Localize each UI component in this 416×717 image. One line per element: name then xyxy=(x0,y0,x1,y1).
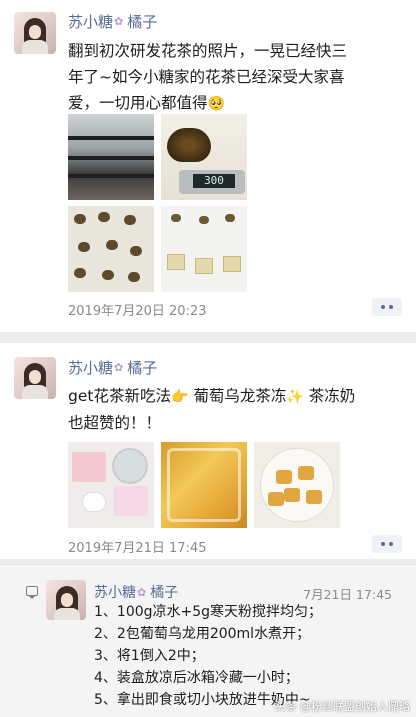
scale-reading: 300 xyxy=(193,174,235,188)
comment-line-4: 4、装盒放凉后冰箱冷藏一小时； xyxy=(94,670,299,686)
comment-line-2: 2、2包葡萄乌龙用200ml水煮开； xyxy=(94,626,311,642)
comment-author-name[interactable]: 苏小糖 ✿ 橘子 xyxy=(94,582,178,602)
post-text-line-2: 年了~如今小糖家的花茶已经深受大家喜 xyxy=(68,68,345,86)
post-photo-tea-packets[interactable] xyxy=(161,206,247,292)
more-dots-icon xyxy=(381,542,385,546)
source-watermark: 头条 @粉丝联盟创始人鼎略 xyxy=(274,700,411,713)
post-text-line-1: 翻到初次研发花茶的照片，一晃已经快三 xyxy=(68,42,348,60)
post-photo-ingredients[interactable] xyxy=(68,442,154,528)
post-timestamp: 2019年7月21日 17:45 xyxy=(68,541,207,556)
post-photo-tea-jelly-bowl[interactable] xyxy=(254,442,340,528)
pointing-hand-emoji-icon: 👉 xyxy=(170,389,189,405)
post-text: get花茶新吃法👉 葡萄乌龙茶冻✨ 茶冻奶 也超赞的！！ xyxy=(68,383,404,436)
comment-line-3: 3、将1倒入2中； xyxy=(94,648,205,664)
comment-line-1: 1、100g凉水+5g寒天粉搅拌均匀； xyxy=(94,604,323,620)
post-photo-tea-jelly-tray[interactable] xyxy=(161,442,247,528)
comment-author-name-suffix[interactable]: 橘子 xyxy=(150,582,178,602)
post-text-line-2: 也超赞的！！ xyxy=(68,414,162,432)
post-text-line-1: get花茶新吃法👉 葡萄乌龙茶冻✨ 茶冻奶 xyxy=(68,383,404,410)
post-timestamp: 2019年7月20日 20:23 xyxy=(68,304,207,319)
author-name-text[interactable]: 苏小糖 xyxy=(68,11,113,32)
comment-author-name-text[interactable]: 苏小糖 xyxy=(94,582,136,602)
comment-bubble-icon xyxy=(26,586,38,599)
moment-post-2: 苏小糖 ✿ 橘子 get花茶新吃法👉 葡萄乌龙茶冻✨ 茶冻奶 也超赞的！！ 20… xyxy=(0,343,416,559)
flower-emoji-icon: ✿ xyxy=(137,585,147,599)
more-dots-icon xyxy=(381,305,385,309)
comment-time: 7月21日 17:45 xyxy=(303,587,392,602)
moment-post-1: 苏小糖 ✿ 橘子 翻到初次研发花茶的照片，一晃已经快三 年了~如今小糖家的花茶已… xyxy=(0,0,416,332)
post-photo-tea-samples[interactable] xyxy=(68,206,154,292)
flower-emoji-icon: ✿ xyxy=(114,15,124,28)
author-avatar[interactable] xyxy=(14,357,56,399)
author-name[interactable]: 苏小糖 ✿ 橘子 xyxy=(68,11,157,32)
author-avatar[interactable] xyxy=(14,12,56,54)
post-photo-tea-shelves[interactable] xyxy=(68,114,154,200)
author-name-suffix[interactable]: 橘子 xyxy=(127,357,157,378)
post-text-line-3: 爱，一切用心都值得🥺 xyxy=(68,90,404,117)
comment-author-avatar[interactable] xyxy=(46,580,86,620)
flower-emoji-icon: ✿ xyxy=(114,361,124,374)
more-actions-button[interactable] xyxy=(372,298,402,316)
sparkles-emoji-icon: ✨ xyxy=(286,389,304,405)
post-photo-tea-on-scale[interactable]: 300 xyxy=(161,114,247,200)
author-name[interactable]: 苏小糖 ✿ 橘子 xyxy=(68,357,157,378)
post-text: 翻到初次研发花茶的照片，一晃已经快三 年了~如今小糖家的花茶已经深受大家喜 爱，… xyxy=(68,38,404,117)
author-name-text[interactable]: 苏小糖 xyxy=(68,357,113,378)
more-actions-button[interactable] xyxy=(372,535,402,553)
author-name-suffix[interactable]: 橘子 xyxy=(127,11,157,32)
